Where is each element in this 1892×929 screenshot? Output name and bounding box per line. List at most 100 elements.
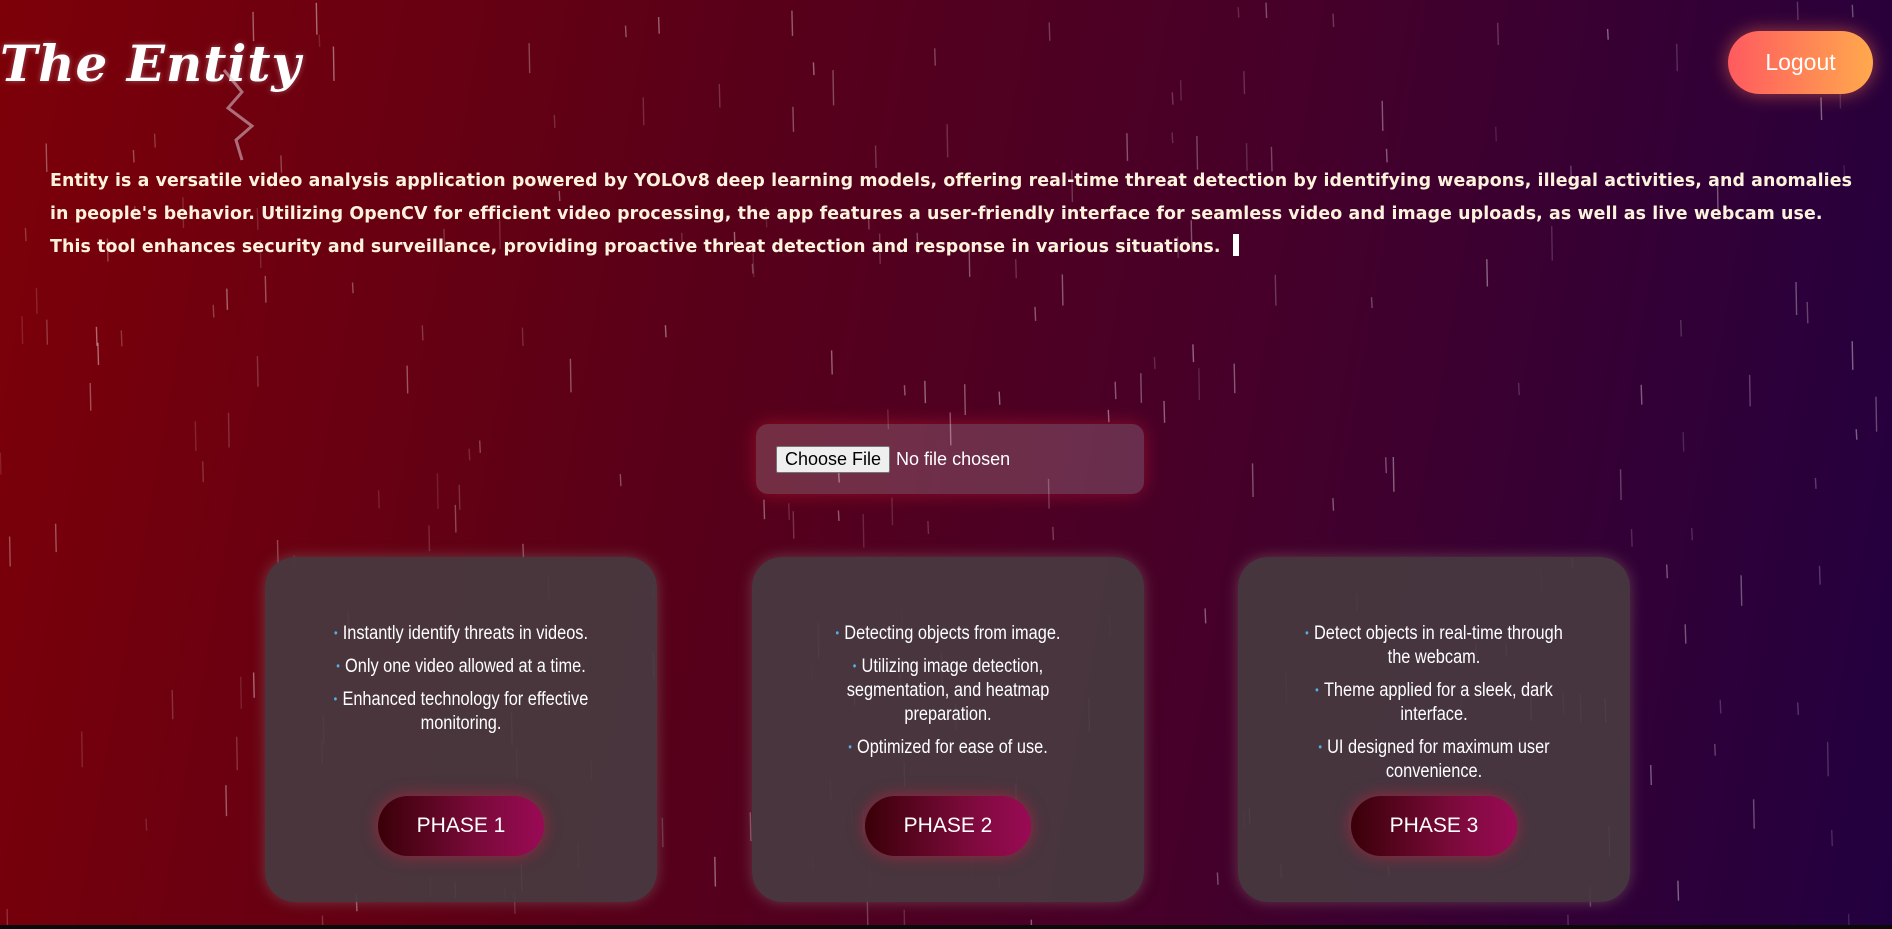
list-item: • Detect objects in real-time through the…	[1305, 623, 1563, 668]
rain-streak	[837, 510, 840, 521]
rain-streak	[479, 440, 481, 453]
rain-streak	[1748, 374, 1751, 407]
rain-streak	[276, 539, 279, 565]
rain-streak	[1179, 80, 1182, 101]
rain-streak	[351, 282, 354, 294]
rain-streak	[421, 325, 424, 341]
list-item: • Instantly identify threats in videos.	[333, 623, 588, 644]
rain-streak	[927, 520, 930, 535]
rain-streak	[256, 356, 259, 387]
rain-streak	[315, 2, 318, 35]
rain-streak	[1332, 13, 1335, 28]
rain-streak	[468, 448, 471, 461]
rain-streak	[946, 124, 949, 158]
phase-1-button[interactable]: PHASE 1	[378, 796, 544, 856]
phase-2-feature-list: • Detecting objects from image. • Utilizin…	[814, 621, 1082, 768]
rain-streak	[46, 319, 49, 345]
rain-streak	[1806, 301, 1809, 324]
rain-streak	[714, 856, 717, 887]
intro-text: Entity is a versatile video analysis app…	[50, 171, 1853, 257]
file-status-text: No file chosen	[896, 448, 1011, 469]
rain-streak	[1216, 872, 1219, 885]
rain-streak	[1061, 274, 1064, 306]
rain-streak	[624, 25, 627, 38]
rain-streak	[1691, 528, 1693, 541]
rain-streak	[528, 43, 531, 74]
rain-streak	[1714, 743, 1716, 756]
rain-streak	[1680, 319, 1682, 337]
rain-streak	[318, 34, 321, 47]
bullet-dot-icon: •	[336, 659, 340, 673]
rain-streak	[642, 97, 645, 126]
choose-file-button[interactable]: Choose File	[776, 445, 891, 473]
rain-streak	[1381, 100, 1384, 131]
rain-streak	[1163, 400, 1166, 423]
rain-streak	[377, 490, 380, 509]
rain-streak	[145, 818, 148, 831]
rain-streak	[54, 523, 57, 553]
typing-caret	[1232, 234, 1239, 256]
bullet-dot-icon: •	[852, 659, 857, 673]
phase-3-card: • Detect objects in real-time through the…	[1238, 557, 1630, 902]
phase-2-button[interactable]: PHASE 2	[865, 796, 1031, 856]
rain-streak	[153, 133, 156, 148]
list-item: • UI designed for maximum user convenienc…	[1318, 737, 1550, 782]
rain-streak	[1719, 699, 1722, 714]
rain-streak	[81, 731, 83, 768]
rain-streak	[1684, 624, 1687, 644]
rain-streak	[924, 380, 927, 404]
rain-streak	[1640, 384, 1643, 405]
rain-streak	[657, 16, 660, 34]
rain-streak	[891, 497, 894, 526]
rain-streak	[24, 227, 27, 242]
rain-streak	[1851, 341, 1854, 370]
phase-3-feature-list: • Detect objects in real-time through the…	[1300, 621, 1568, 792]
rain-streak	[252, 672, 255, 698]
rain-streak	[1140, 373, 1143, 403]
intro-paragraph: Entity is a versatile video analysis app…	[50, 165, 1860, 264]
bullet-dot-icon: •	[835, 626, 840, 640]
rain-streak	[428, 525, 431, 552]
rain-streak	[903, 385, 906, 396]
rain-streak	[1752, 799, 1755, 829]
rain-streak	[458, 484, 461, 510]
bullet-dot-icon: •	[1315, 683, 1319, 697]
rain-streak	[1796, 1, 1799, 20]
rain-streak	[35, 287, 38, 314]
rain-streak	[1875, 396, 1878, 432]
logout-button[interactable]: Logout	[1728, 31, 1873, 94]
rain-streak	[521, 327, 524, 347]
rain-streak	[964, 384, 966, 416]
phase-1-feature-list: • Instantly identify threats in videos. •…	[327, 621, 595, 744]
rain-streak	[212, 304, 215, 318]
rain-streak	[1126, 133, 1129, 161]
rain-streak	[89, 382, 92, 411]
rain-streak	[0, 452, 2, 475]
rain-streak	[812, 62, 815, 76]
phase-3-button[interactable]: PHASE 3	[1351, 796, 1517, 856]
rain-streak	[236, 736, 238, 771]
rain-streak	[522, 543, 525, 558]
rain-streak	[1385, 148, 1388, 163]
rain-streak	[1676, 43, 1678, 72]
list-item: • Only one video allowed at a time.	[336, 656, 586, 677]
rain-streak	[95, 326, 98, 346]
rain-streak	[226, 288, 229, 310]
rain-streak	[1192, 344, 1195, 363]
rain-streak	[1048, 22, 1051, 41]
rain-streak	[171, 689, 174, 720]
rain-streak	[1204, 608, 1207, 624]
rain-streak	[1630, 529, 1633, 547]
list-item: • Enhanced technology for effective monit…	[333, 689, 589, 734]
rain-streak	[1265, 2, 1268, 19]
lightning-bolt-icon	[222, 69, 255, 161]
rain-streak	[240, 676, 242, 709]
rain-streak	[332, 46, 335, 81]
rain-streak	[1851, 4, 1854, 18]
rain-streak	[1740, 575, 1743, 606]
rain-streak	[619, 474, 622, 487]
rain-streak	[792, 106, 795, 132]
bullet-dot-icon: •	[333, 692, 338, 706]
rain-streak	[264, 275, 267, 303]
rain-streak	[1831, 829, 1833, 847]
